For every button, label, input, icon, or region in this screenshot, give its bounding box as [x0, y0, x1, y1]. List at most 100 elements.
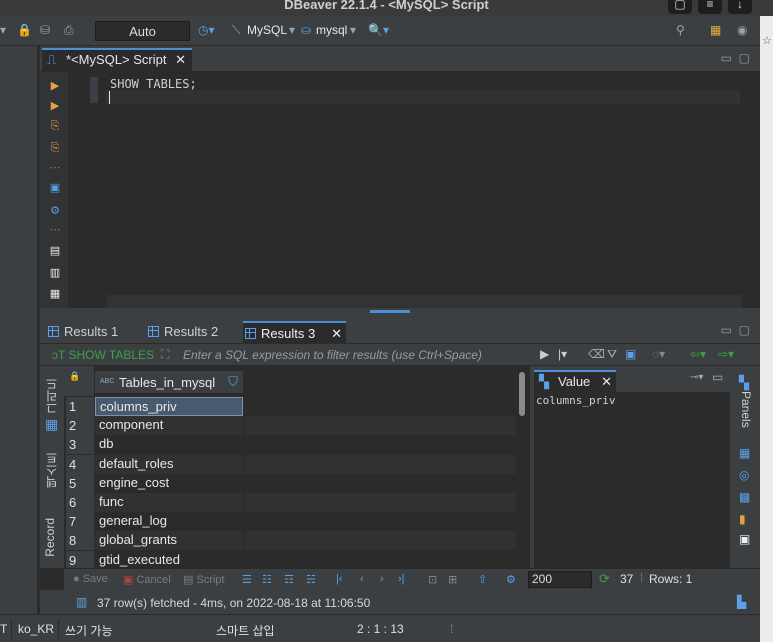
table-icon[interactable]: ▩	[739, 490, 750, 504]
layout-icon[interactable]: ▙	[737, 595, 746, 609]
editor-horizontal-scrollbar[interactable]	[107, 295, 742, 308]
table-row[interactable]: 6 func	[64, 493, 516, 512]
record-view-tab[interactable]: Record	[43, 518, 57, 557]
explain-plan-icon[interactable]: ▣	[49, 182, 61, 194]
first-page-icon[interactable]: |‹	[336, 573, 343, 585]
next-page-icon[interactable]: ›	[380, 573, 384, 585]
search-icon[interactable]: 🔍▾	[368, 23, 389, 37]
row-number[interactable]: 2	[66, 416, 94, 436]
more-icon[interactable]: ⋯	[49, 224, 61, 236]
edit-row-icon[interactable]: ☰	[242, 573, 252, 586]
lock-icon[interactable]: 🔒	[17, 23, 32, 37]
panels-toggle-icon[interactable]: ▚	[739, 375, 749, 391]
copy-row-icon[interactable]: ☶	[284, 573, 294, 586]
grid-vertical-scrollbar[interactable]	[516, 366, 530, 568]
panel-divider[interactable]	[40, 308, 760, 318]
back-icon[interactable]: ⇦▾	[690, 347, 706, 361]
close-icon[interactable]: ✕	[601, 372, 612, 391]
tab-results-2[interactable]: Results 2	[146, 321, 238, 344]
download-icon[interactable]: ↓	[728, 0, 752, 14]
more-icon[interactable]: ⋯	[49, 162, 61, 174]
insert-mode-indicator[interactable]: 스마트 삽입	[216, 622, 275, 639]
gear-icon[interactable]: ⚙	[506, 573, 516, 586]
add-row-icon[interactable]: ☷	[262, 573, 272, 586]
star-icon[interactable]: ☆	[762, 34, 772, 47]
fetch-next-icon[interactable]: ⊡	[428, 573, 437, 586]
scrollbar-thumb[interactable]	[519, 372, 525, 416]
perspective-icon[interactable]: ▦	[710, 23, 721, 37]
filter-history-dropdown-icon[interactable]: |▾	[558, 347, 567, 361]
row-number[interactable]: 3	[66, 435, 94, 455]
table-row[interactable]: 4 default_roles	[64, 454, 516, 474]
resize-handle[interactable]	[370, 310, 410, 313]
table-row[interactable]: 2 component	[64, 416, 516, 436]
execute-script-new-tabs-icon[interactable]: ⎘	[49, 142, 61, 154]
table-cell[interactable]: gtid_executed	[95, 551, 243, 570]
apply-filter-icon[interactable]: ▶	[540, 347, 549, 361]
pin-icon[interactable]: ⊸▾	[690, 372, 703, 383]
maximize-icon[interactable]: ▢	[739, 323, 750, 337]
save-button[interactable]: ● Save	[73, 573, 108, 585]
avatar[interactable]: ◉	[737, 23, 747, 37]
menu-icon[interactable]: ≡	[698, 0, 722, 14]
refresh-count[interactable]: 37	[620, 572, 633, 586]
gear-icon[interactable]: ⚙	[49, 205, 61, 217]
tab-results-1[interactable]: Results 1	[46, 321, 136, 344]
execute-script-icon[interactable]: ⎘	[49, 120, 61, 132]
sql-editor[interactable]: SHOW TABLES;	[68, 72, 760, 308]
connection-select[interactable]: MySQL	[247, 23, 287, 37]
chevron-down-icon[interactable]: ▾	[289, 23, 295, 37]
panels-tab[interactable]: Panels	[739, 391, 753, 428]
load-script-icon[interactable]: ▥	[49, 267, 61, 279]
database-navigator-icon[interactable]: ⛁	[40, 23, 50, 37]
row-number[interactable]: 6	[66, 493, 94, 512]
previous-page-icon[interactable]: ‹	[360, 573, 364, 585]
value-viewer[interactable]: columns_priv	[534, 392, 730, 568]
forward-icon[interactable]: ⇨▾	[718, 347, 734, 361]
custom-filter-icon[interactable]: ▣	[625, 347, 636, 361]
table-cell[interactable]: global_grants	[95, 531, 243, 551]
table-cell[interactable]: columns_priv	[95, 397, 243, 416]
new-script-icon[interactable]: ▤	[49, 245, 61, 257]
chevron-down-icon[interactable]: ▾	[350, 23, 356, 37]
close-icon[interactable]: ✕	[331, 323, 342, 345]
tab-mysql-script[interactable]: ⎍ *<MySQL> Script ✕	[42, 48, 192, 72]
results-grid[interactable]: 🔒 ABC Tables_in_mysql ⛉ 1 columns_priv 2 co…	[64, 366, 516, 570]
history-icon[interactable]: ◷▾	[198, 23, 215, 37]
grid-icon[interactable]: ▦	[739, 446, 750, 460]
close-icon[interactable]: ✕	[175, 50, 186, 70]
database-select[interactable]: mysql	[316, 23, 347, 37]
text-view-tab[interactable]: 텍스트	[43, 452, 60, 488]
filter-history-icon[interactable]: ⛶	[161, 347, 169, 362]
row-number[interactable]: 9	[66, 550, 94, 570]
layout-icon[interactable]: ▣	[739, 532, 750, 546]
settings-icon[interactable]: ◎	[739, 468, 749, 482]
transaction-mode-select[interactable]: Auto	[95, 21, 190, 41]
execute-statement-icon[interactable]: ▶	[49, 80, 61, 92]
table-row[interactable]: 5 engine_cost	[64, 473, 516, 493]
export-icon[interactable]: ⇧	[478, 573, 487, 586]
table-row[interactable]: 8 global_grants	[64, 531, 516, 551]
table-cell[interactable]: general_log	[95, 512, 243, 531]
delete-row-icon[interactable]: ☵	[306, 573, 316, 586]
filter-settings-icon[interactable]: ⛛	[607, 347, 617, 362]
table-cell[interactable]: default_roles	[95, 454, 243, 474]
panels-config-icon[interactable]: ◌▾	[652, 347, 665, 361]
fetch-all-icon[interactable]: ⊞	[448, 573, 457, 586]
value-panel-tab[interactable]: ▚ Value ✕	[534, 370, 616, 392]
row-number[interactable]: 4	[66, 454, 94, 474]
table-cell[interactable]: db	[95, 435, 243, 454]
table-row[interactable]: 9 gtid_executed	[64, 550, 516, 570]
transaction-icon[interactable]: ⎙	[64, 23, 74, 38]
column-filter-icon[interactable]: ⛉	[228, 374, 238, 390]
grid-icon[interactable]: ▦	[45, 416, 58, 433]
more-icon[interactable]: ⁞	[450, 622, 453, 636]
table-cell[interactable]: component	[95, 416, 243, 436]
execute-statement-new-tab-icon[interactable]: ▶	[49, 100, 61, 112]
column-header[interactable]: ABC Tables_in_mysql ⛉	[94, 370, 244, 394]
save-script-icon[interactable]: ▦	[49, 288, 61, 300]
script-button[interactable]: ▤ Script	[183, 573, 225, 586]
row-number[interactable]: 1	[66, 397, 94, 416]
grid-corner[interactable]: 🔒	[64, 366, 94, 396]
grid-view-tab[interactable]: 그리드	[43, 378, 60, 414]
